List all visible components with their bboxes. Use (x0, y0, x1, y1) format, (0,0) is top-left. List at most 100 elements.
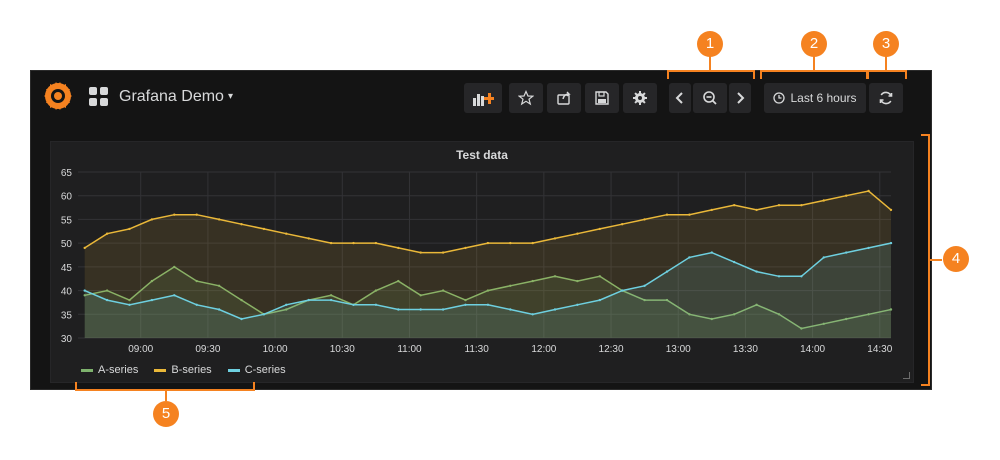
b-series-point (688, 213, 691, 216)
y-tick-label: 30 (61, 334, 73, 345)
b-series-point (553, 237, 557, 240)
c-series-point (486, 303, 490, 306)
b-series-point (643, 218, 646, 221)
y-tick-label: 40 (61, 287, 73, 298)
dashboards-grid-icon[interactable] (89, 87, 109, 107)
callout-bracket-5 (75, 382, 255, 391)
c-series-point (240, 317, 243, 321)
b-series-point (531, 241, 534, 245)
c-series-point (128, 303, 131, 306)
share-button[interactable] (547, 83, 581, 113)
time-forward-button[interactable] (729, 83, 751, 113)
y-tick-label: 65 (61, 168, 73, 179)
c-series-point (329, 298, 333, 302)
line-chart[interactable]: 30 35 40 45 50 55 60 65 09:00 09:30 10:00 10:30 11:0… (51, 142, 913, 382)
c-series-point (755, 270, 758, 273)
chart-legend: A-series B-series C-series (81, 364, 286, 376)
c-series-point (688, 256, 691, 259)
b-series-point (845, 194, 848, 197)
c-series-point (397, 308, 400, 311)
zoom-out-icon (703, 91, 717, 105)
settings-button[interactable] (623, 83, 657, 113)
b-series-point (307, 237, 310, 240)
b-series-point (755, 208, 758, 212)
b-series-point (464, 246, 467, 250)
b-series-point (777, 204, 781, 207)
time-range-picker[interactable]: Last 6 hours (764, 83, 866, 113)
c-series-point (150, 298, 154, 302)
panel-resize-handle[interactable] (903, 372, 910, 379)
c-series-point (285, 303, 288, 306)
b-series-point (419, 251, 422, 254)
b-series-point (352, 241, 355, 245)
c-series-point (105, 298, 109, 302)
y-tick-label: 35 (61, 310, 73, 321)
c-series-point (845, 251, 848, 254)
b-series-point (374, 241, 378, 245)
c-series-point (352, 303, 355, 306)
c-series-point (217, 308, 221, 311)
callout-stem-4 (930, 259, 942, 261)
b-series-point (105, 232, 109, 235)
callout-2: 2 (801, 31, 827, 57)
b-series-point (83, 246, 86, 250)
b-series-point (128, 227, 131, 231)
c-series-point (195, 303, 198, 306)
legend-label: B-series (171, 364, 212, 376)
b-series-point (150, 218, 154, 221)
callout-stem-3 (885, 55, 887, 70)
c-series-point (733, 260, 736, 264)
c-series-point (419, 308, 422, 311)
legend-swatch (154, 368, 167, 372)
zoom-out-button[interactable] (693, 83, 727, 113)
time-back-button[interactable] (669, 83, 691, 113)
b-series-point (733, 204, 736, 207)
callout-stem-2 (813, 55, 815, 70)
c-series-point (889, 241, 893, 245)
callout-1: 1 (697, 31, 723, 57)
dashboard-title-picker[interactable]: Grafana Demo ▾ (119, 87, 233, 107)
c-series-point (576, 303, 579, 306)
c-series-point (441, 308, 445, 311)
x-tick-label: 09:00 (128, 344, 153, 355)
x-tick-label: 14:00 (800, 344, 825, 355)
y-tick-label: 45 (61, 263, 73, 274)
callout-bracket-1 (667, 70, 755, 79)
c-series-point (262, 313, 266, 316)
b-series-point (441, 251, 445, 254)
b-series-point (822, 199, 825, 202)
dashboard-title: Grafana Demo (119, 88, 224, 105)
c-series-point (509, 308, 512, 311)
c-series-point (374, 303, 378, 306)
time-range-label: Last 6 hours (790, 91, 857, 105)
legend-item[interactable]: C-series (227, 364, 286, 376)
b-series-point (285, 232, 288, 235)
graph-panel[interactable]: Test data 30 35 40 45 50 55 60 65 09:00 09:30 10:0… (50, 141, 914, 383)
x-tick-label: 14:30 (867, 344, 892, 355)
b-series-point (665, 213, 669, 216)
grafana-logo-icon[interactable] (41, 79, 75, 113)
save-button[interactable] (585, 83, 619, 113)
b-series-point (173, 213, 176, 216)
c-series-point (710, 251, 713, 254)
star-button[interactable] (509, 83, 543, 113)
legend-swatch (227, 368, 240, 372)
legend-item[interactable]: B-series (154, 364, 212, 376)
star-icon (518, 90, 534, 106)
y-tick-label: 60 (61, 192, 73, 203)
legend-label: C-series (244, 364, 286, 376)
b-series-point (262, 227, 266, 231)
c-series-point (643, 284, 646, 287)
legend-label: A-series (98, 364, 139, 376)
b-series-point (195, 213, 198, 216)
legend-item[interactable]: A-series (81, 364, 138, 376)
add-panel-button[interactable] (464, 83, 502, 113)
refresh-button[interactable] (869, 83, 903, 113)
b-series-point (329, 241, 333, 245)
b-series-point (240, 223, 243, 226)
refresh-icon (879, 91, 893, 105)
callout-stem-1 (709, 55, 711, 70)
c-series-point (173, 294, 176, 297)
c-series-point (464, 303, 467, 306)
topbar: Grafana Demo ▾ Last 6 hours (31, 71, 931, 127)
